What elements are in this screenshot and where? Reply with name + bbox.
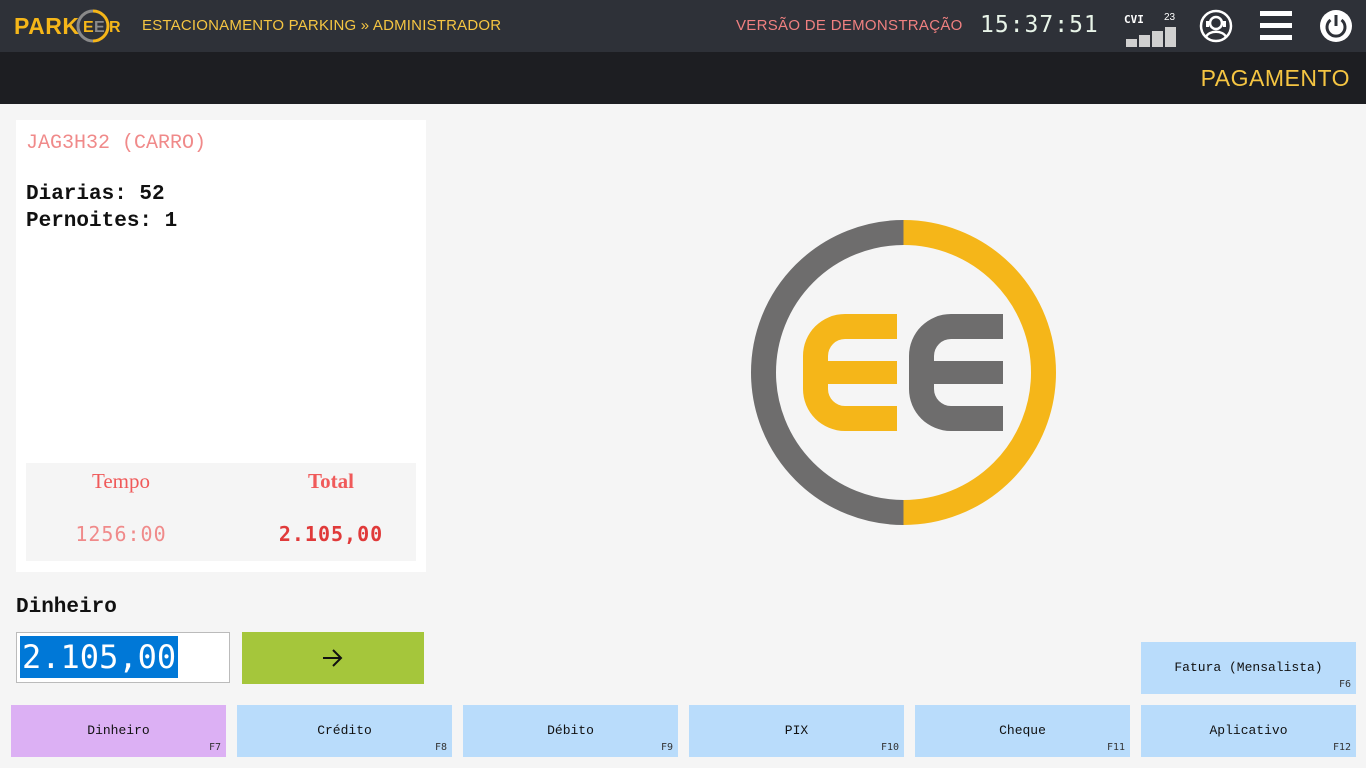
demo-version-label: VERSÃO DE DEMONSTRAÇÃO [736, 17, 963, 34]
amount-value: 2.105,00 [20, 636, 179, 678]
svg-text:E: E [94, 19, 105, 36]
vehicle-plate: JAG3H32 (CARRO) [26, 132, 207, 155]
confirm-payment-button[interactable] [242, 632, 424, 684]
total-value: 2.105,00 [278, 522, 384, 546]
debito-shortcut: F9 [660, 742, 673, 753]
page-title: PAGAMENTO [1200, 65, 1350, 91]
amount-input[interactable]: 2.105,00 [16, 632, 230, 683]
top-bar: PARK E E R ESTACIONAMENTO PARKING » ADMI… [0, 0, 1366, 52]
fatura-shortcut: F6 [1338, 679, 1351, 690]
tempo-value: 1256:00 [75, 522, 167, 546]
power-icon[interactable] [1318, 8, 1354, 44]
logo-text: PARK [14, 12, 80, 39]
diarias-count: Diarias: 52 [26, 183, 165, 206]
payment-method-label: Dinheiro [16, 596, 117, 619]
arrow-right-icon [323, 649, 343, 667]
app-logo: PARK E E R [14, 8, 121, 44]
dinheiro-button[interactable]: Dinheiro F7 [11, 705, 226, 757]
svg-text:R: R [109, 19, 121, 36]
pernoites-count: Pernoites: 1 [26, 210, 178, 233]
debito-button[interactable]: Débito F9 [463, 705, 678, 757]
fatura-label: Fatura (Mensalista) [1174, 660, 1323, 675]
parkeer-logo-icon [751, 220, 1056, 525]
signal-label: CVI [1124, 13, 1144, 26]
dinheiro-label: Dinheiro [87, 723, 150, 738]
menu-icon[interactable] [1258, 8, 1294, 44]
pix-shortcut: F10 [880, 742, 899, 753]
cheque-shortcut: F11 [1106, 742, 1125, 753]
logo-ee-icon: E E R [77, 9, 121, 43]
clock: 15:37:51 [980, 12, 1099, 38]
credito-shortcut: F8 [434, 742, 447, 753]
signal-indicator: CVI 23 [1124, 11, 1180, 49]
aplicativo-button[interactable]: Aplicativo F12 [1141, 705, 1356, 757]
vehicle-info-panel: JAG3H32 (CARRO) Diarias: 52 Pernoites: 1… [16, 120, 426, 572]
debito-label: Débito [547, 723, 594, 738]
cheque-label: Cheque [999, 723, 1046, 738]
payment-summary: Tempo 1256:00 Total 2.105,00 [26, 463, 416, 561]
signal-bars-icon [1126, 27, 1176, 47]
aplicativo-shortcut: F12 [1332, 742, 1351, 753]
app-title: ESTACIONAMENTO PARKING » ADMINISTRADOR [142, 17, 502, 34]
cheque-button[interactable]: Cheque F11 [915, 705, 1130, 757]
fatura-button[interactable]: Fatura (Mensalista) F6 [1141, 642, 1356, 694]
pix-label: PIX [784, 723, 809, 738]
svg-text:E: E [83, 19, 94, 36]
signal-value: 23 [1164, 12, 1176, 23]
aplicativo-label: Aplicativo [1209, 723, 1288, 738]
credito-button[interactable]: Crédito F8 [237, 705, 452, 757]
pix-button[interactable]: PIX F10 [689, 705, 904, 757]
total-label: Total [308, 469, 354, 493]
dinheiro-shortcut: F7 [208, 742, 221, 753]
credito-label: Crédito [317, 723, 372, 738]
sub-header: PAGAMENTO [0, 52, 1366, 104]
user-support-icon[interactable] [1198, 8, 1234, 44]
tempo-label: Tempo [91, 469, 151, 493]
